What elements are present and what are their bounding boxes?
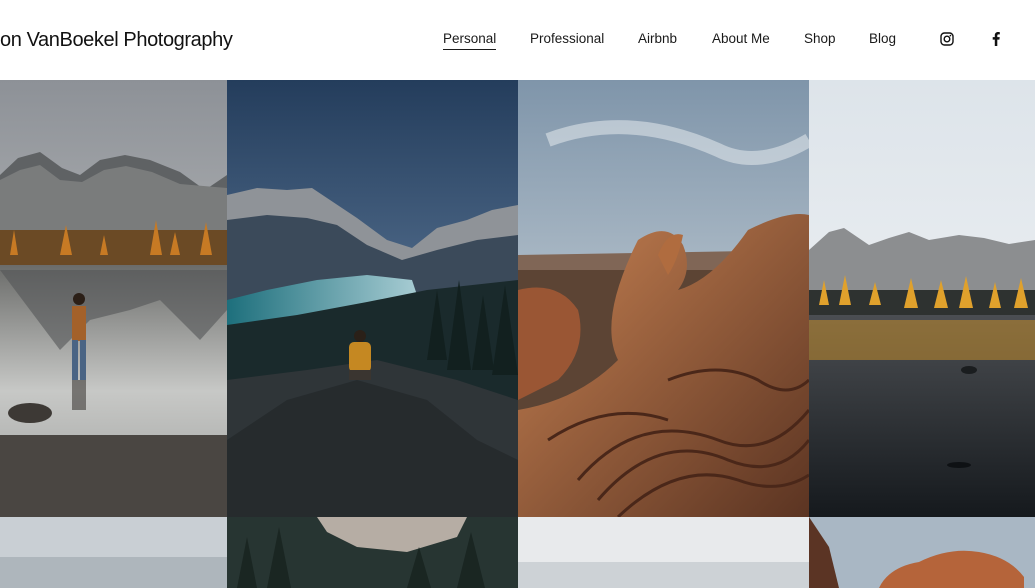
photo-gallery — [0, 80, 1035, 588]
gallery-image-2[interactable] — [227, 80, 518, 517]
facebook-icon[interactable] — [987, 30, 1005, 48]
nav-link-airbnb[interactable]: Airbnb — [638, 30, 677, 50]
photo-mountain-lake-hiker — [0, 80, 227, 517]
nav-link-professional[interactable]: Professional — [530, 30, 604, 50]
photo-forest-hillside — [227, 517, 518, 588]
nav-link-about-me[interactable]: About Me — [712, 30, 770, 50]
nav-link-shop[interactable]: Shop — [804, 30, 836, 50]
gallery-image-3[interactable] — [518, 80, 809, 517]
photo-turquoise-lake-night — [227, 80, 518, 517]
photo-red-rock-canyon — [809, 517, 1035, 588]
gallery-image-6[interactable] — [227, 517, 518, 588]
nav-link-personal[interactable]: Personal — [443, 30, 497, 50]
site-header: on VanBoekel Photography Personal Profes… — [0, 0, 1035, 80]
instagram-icon[interactable] — [938, 30, 956, 48]
gallery-image-5[interactable] — [0, 517, 227, 588]
photo-desert-sandstone — [518, 80, 809, 517]
gallery-image-8[interactable] — [809, 517, 1035, 588]
gallery-image-1[interactable] — [0, 80, 227, 517]
gallery-image-4[interactable] — [809, 80, 1035, 517]
photo-overcast-sky — [518, 517, 809, 588]
nav-link-blog[interactable]: Blog — [869, 30, 896, 50]
gallery-image-7[interactable] — [518, 517, 809, 588]
photo-larch-lake-reflection — [809, 80, 1035, 517]
photo-misty-valley — [0, 517, 227, 588]
main-nav: Personal Professional Airbnb About Me Sh… — [0, 30, 1035, 50]
